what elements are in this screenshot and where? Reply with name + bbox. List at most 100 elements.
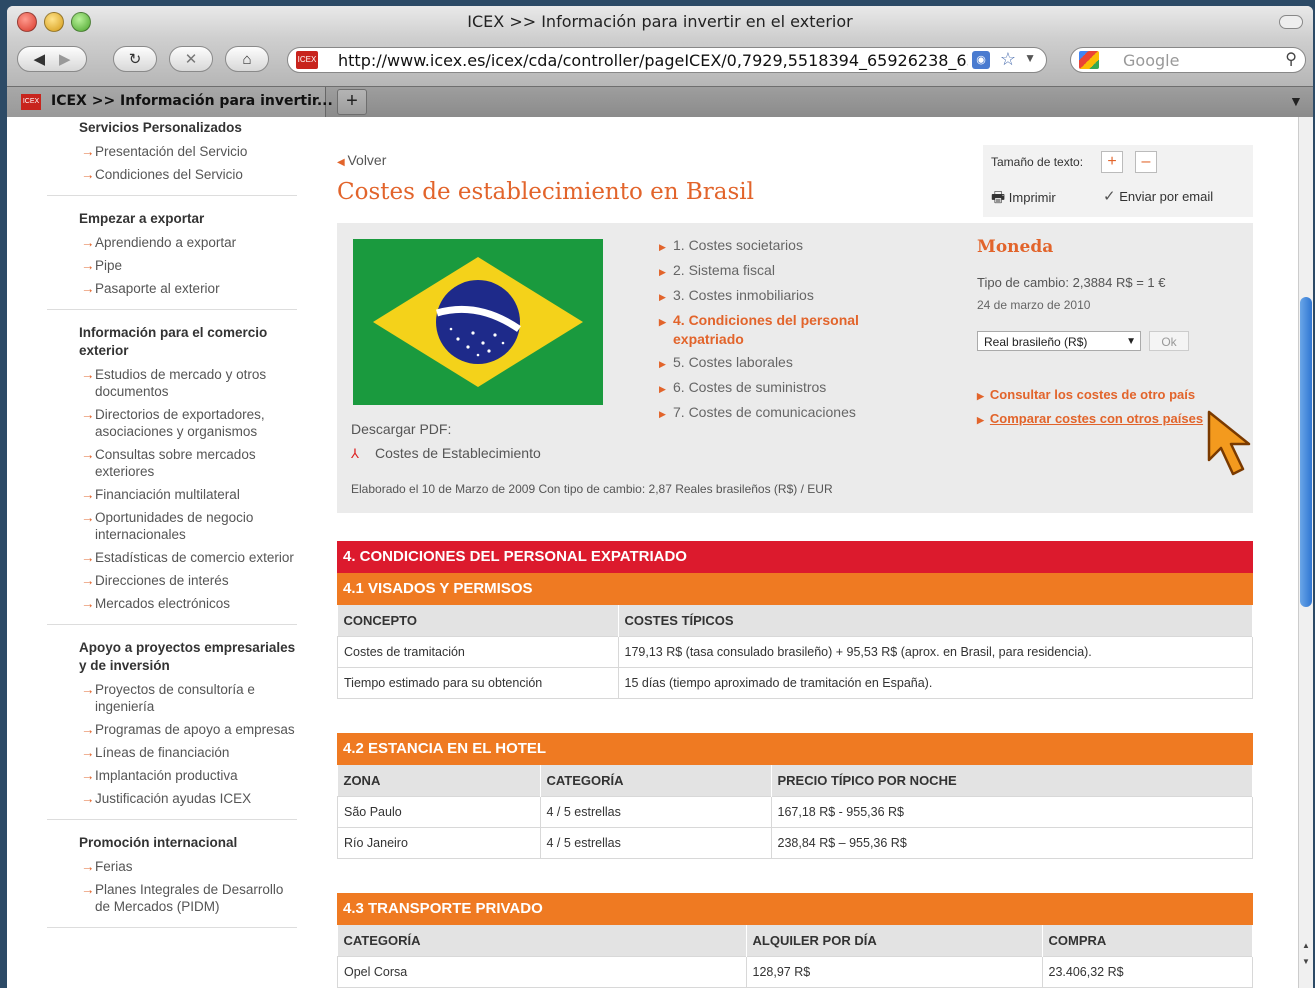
sidebar-link[interactable]: →Líneas de financiación — [47, 744, 297, 761]
sidebar-link-label[interactable]: Planes Integrales de Desarrollo de Merca… — [95, 882, 283, 914]
toc-item-label[interactable]: 3. Costes inmobiliarios — [673, 287, 814, 303]
back-forward-buttons[interactable]: ◀ ▶ — [17, 46, 87, 72]
sidebar-link-label[interactable]: Programas de apoyo a empresas — [95, 722, 295, 737]
toc-item-label[interactable]: 6. Costes de suministros — [673, 379, 826, 395]
toolbar-toggle-button[interactable] — [1279, 15, 1303, 29]
sidebar-link-label[interactable]: Presentación del Servicio — [95, 144, 247, 159]
sidebar-link[interactable]: →Pipe — [47, 257, 297, 274]
search-icon[interactable]: ⚲ — [1285, 49, 1297, 69]
sidebar-link[interactable]: →Estudios de mercado y otros documentos — [47, 366, 297, 400]
sidebar-link[interactable]: →Directorios de exportadores, asociacion… — [47, 406, 297, 440]
sidebar-link-label[interactable]: Direcciones de interés — [95, 573, 229, 588]
sidebar-link[interactable]: →Condiciones del Servicio — [47, 166, 297, 183]
reload-button[interactable]: ↻ — [113, 46, 157, 72]
sidebar-heading[interactable]: Empezar a exportar — [47, 210, 297, 228]
compare-costs-link-label[interactable]: Comparar costes con otros países — [990, 411, 1203, 426]
sidebar-heading[interactable]: Información para el comercio exterior — [47, 324, 297, 360]
sidebar-link[interactable]: →Programas de apoyo a empresas — [47, 721, 297, 738]
sidebar-heading[interactable]: Servicios Personalizados — [47, 119, 297, 137]
sidebar-link-label[interactable]: Pasaporte al exterior — [95, 281, 220, 296]
currency-panel: Moneda Tipo de cambio: 2,3884 R$ = 1 € 2… — [977, 237, 1247, 426]
pdf-link-label[interactable]: Costes de Establecimiento — [375, 445, 541, 461]
sidebar-link-label[interactable]: Financiación multilateral — [95, 487, 240, 502]
sidebar-link-label[interactable]: Pipe — [95, 258, 122, 273]
sidebar-heading[interactable]: Apoyo a proyectos empresariales y de inv… — [47, 639, 297, 675]
sidebar-link[interactable]: →Mercados electrónicos — [47, 595, 297, 612]
sidebar-link[interactable]: →Justificación ayudas ICEX — [47, 790, 297, 807]
sidebar-link[interactable]: →Estadísticas de comercio exterior — [47, 549, 297, 566]
url-text[interactable]: http://www.icex.es/icex/cda/controller/p… — [338, 51, 968, 70]
sidebar-link-label[interactable]: Consultas sobre mercados exteriores — [95, 447, 256, 479]
toc-item-label[interactable]: 7. Costes de comunicaciones — [673, 404, 856, 420]
scrollbar-thumb[interactable] — [1300, 297, 1312, 607]
sidebar-link[interactable]: →Presentación del Servicio — [47, 143, 297, 160]
search-input[interactable]: Google — [1123, 51, 1179, 70]
back-icon[interactable]: ◀ — [33, 50, 45, 68]
new-tab-button[interactable]: + — [337, 89, 367, 115]
toc-item[interactable]: ▶ 3. Costes inmobiliarios — [659, 287, 919, 306]
toc-item[interactable]: ▶ 1. Costes societarios — [659, 237, 919, 256]
sidebar-link-label[interactable]: Ferias — [95, 859, 133, 874]
sidebar-link-label[interactable]: Estadísticas de comercio exterior — [95, 550, 294, 565]
search-bar[interactable]: Google ⚲ — [1070, 47, 1306, 73]
toc-item-label[interactable]: 2. Sistema fiscal — [673, 262, 775, 278]
scroll-down-icon[interactable]: ▼ — [1299, 955, 1313, 969]
url-dropdown-icon[interactable]: ▼ — [1024, 51, 1036, 65]
sidebar-link-label[interactable]: Implantación productiva — [95, 768, 238, 783]
sidebar-link-label[interactable]: Oportunidades de negocio internacionales — [95, 510, 253, 542]
text-size-decrease-button[interactable]: – — [1135, 151, 1157, 173]
rss-icon[interactable]: ◉ — [972, 51, 990, 69]
print-link[interactable]: 🖶 Imprimir — [991, 187, 1056, 212]
sidebar-link[interactable]: →Consultas sobre mercados exteriores — [47, 446, 297, 480]
tab-menu-icon[interactable]: ▼ — [1289, 93, 1305, 109]
toc-item[interactable]: ▶ 6. Costes de suministros — [659, 379, 919, 398]
toc-item-label[interactable]: 1. Costes societarios — [673, 237, 803, 253]
sidebar-link[interactable]: →Financiación multilateral — [47, 486, 297, 503]
sidebar-link-label[interactable]: Estudios de mercado y otros documentos — [95, 367, 266, 399]
back-link[interactable]: ◀ Volver — [337, 152, 386, 168]
sidebar-link-label[interactable]: Líneas de financiación — [95, 745, 229, 760]
sidebar-link-label[interactable]: Condiciones del Servicio — [95, 167, 243, 182]
email-label[interactable]: Enviar por email — [1119, 189, 1213, 204]
text-size-increase-button[interactable]: + — [1101, 151, 1123, 173]
vertical-scrollbar[interactable]: ▲ ▼ — [1298, 117, 1313, 988]
address-bar[interactable]: ICEX http://www.icex.es/icex/cda/control… — [287, 47, 1047, 73]
other-country-link[interactable]: ▶ Consultar los costes de otro país — [977, 387, 1195, 402]
home-button[interactable]: ⌂ — [225, 46, 269, 72]
toc-item[interactable]: ▶ 7. Costes de comunicaciones — [659, 404, 919, 423]
sidebar-link-label[interactable]: Justificación ayudas ICEX — [95, 791, 251, 806]
back-link-label[interactable]: Volver — [347, 152, 386, 168]
sidebar-link-label[interactable]: Directorios de exportadores, asociacione… — [95, 407, 265, 439]
sidebar-link-label[interactable]: Mercados electrónicos — [95, 596, 230, 611]
search-engine-icon[interactable] — [1079, 51, 1099, 69]
pdf-download-link[interactable]: ⅄ Costes de Establecimiento — [351, 445, 541, 462]
email-link[interactable]: ✓ Enviar por email — [1103, 187, 1213, 205]
sidebar-link[interactable]: →Ferias — [47, 858, 297, 875]
compare-costs-link[interactable]: ▶ Comparar costes con otros países — [977, 411, 1203, 426]
toc-item[interactable]: ▶ 5. Costes laborales — [659, 354, 919, 373]
print-label[interactable]: Imprimir — [1009, 190, 1056, 205]
toc-item[interactable]: ▶ 4. Condiciones del personal expatriado — [659, 312, 919, 348]
sidebar-link-label[interactable]: Proyectos de consultoría e ingeniería — [95, 682, 255, 714]
stop-button[interactable]: ✕ — [169, 46, 213, 72]
tab-title[interactable]: ICEX >> Información para invertir... — [51, 93, 333, 109]
tab-active[interactable]: ICEX ICEX >> Información para invertir..… — [7, 87, 333, 117]
currency-select[interactable]: Real brasileño (R$) ▼ — [977, 331, 1141, 351]
currency-ok-button[interactable]: Ok — [1149, 331, 1189, 351]
sidebar-heading[interactable]: Promoción internacional — [47, 834, 297, 852]
bookmark-star-icon[interactable]: ☆ — [1000, 49, 1016, 70]
forward-icon[interactable]: ▶ — [59, 50, 71, 68]
sidebar-link[interactable]: →Aprendiendo a exportar — [47, 234, 297, 251]
toc-item-label[interactable]: 5. Costes laborales — [673, 354, 793, 370]
scroll-up-icon[interactable]: ▲ — [1299, 939, 1313, 953]
sidebar-link[interactable]: →Proyectos de consultoría e ingeniería — [47, 681, 297, 715]
sidebar-link-label[interactable]: Aprendiendo a exportar — [95, 235, 236, 250]
toc-item-label[interactable]: 4. Condiciones del personal expatriado — [673, 312, 859, 347]
sidebar-link[interactable]: →Direcciones de interés — [47, 572, 297, 589]
toc-item[interactable]: ▶ 2. Sistema fiscal — [659, 262, 919, 281]
sidebar-link[interactable]: →Planes Integrales de Desarrollo de Merc… — [47, 881, 297, 915]
other-country-link-label[interactable]: Consultar los costes de otro país — [990, 387, 1195, 402]
sidebar-link[interactable]: →Oportunidades de negocio internacionale… — [47, 509, 297, 543]
sidebar-link[interactable]: →Pasaporte al exterior — [47, 280, 297, 297]
sidebar-link[interactable]: →Implantación productiva — [47, 767, 297, 784]
